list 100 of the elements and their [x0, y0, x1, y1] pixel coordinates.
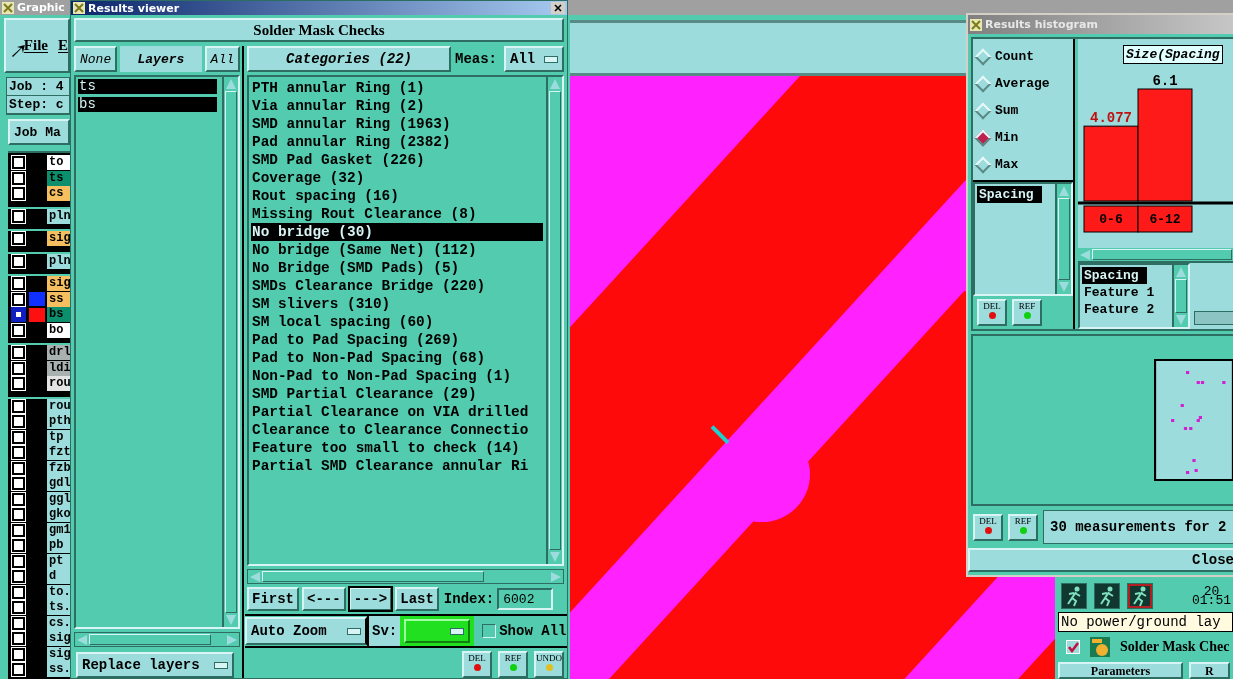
- category-list-item[interactable]: SMD Partial Clearance (29): [251, 385, 543, 403]
- layer-checkbox[interactable]: [12, 477, 25, 491]
- layer-list-item[interactable]: ts: [78, 79, 217, 94]
- panel-button[interactable]: Parameters: [1058, 662, 1183, 679]
- radio-option[interactable]: Average: [977, 70, 1073, 97]
- layer-checkbox[interactable]: [12, 632, 25, 646]
- layer-name[interactable]: rou: [47, 376, 70, 392]
- column-list-item[interactable]: Feature 2: [1082, 301, 1170, 318]
- categories-button[interactable]: Categories (22): [247, 46, 451, 72]
- layer-checkbox[interactable]: [12, 399, 25, 413]
- layer-checkbox[interactable]: [12, 508, 25, 522]
- layer-checkbox[interactable]: [12, 232, 25, 246]
- color-dropdown[interactable]: [404, 619, 471, 643]
- layer-action-dropdown[interactable]: Replace layers: [76, 652, 234, 678]
- panel-button[interactable]: R: [1189, 662, 1230, 679]
- tool-button[interactable]: UNDO: [534, 651, 564, 678]
- layer-checkbox[interactable]: [12, 539, 25, 553]
- layer-checkbox[interactable]: [12, 361, 25, 375]
- layer-name[interactable]: d: [47, 569, 70, 585]
- category-list-item[interactable]: SMD annular Ring (1963): [251, 115, 543, 133]
- layer-name[interactable]: gdl: [47, 476, 70, 492]
- column-list-item[interactable]: Spacing: [1082, 267, 1147, 284]
- category-list-item[interactable]: No bridge (30): [251, 223, 543, 241]
- radio-option[interactable]: Min: [977, 124, 1073, 151]
- category-list-item[interactable]: Partial SMD Clearance annular Ri: [251, 457, 543, 475]
- category-list-item[interactable]: Missing Rout Clearance (8): [251, 205, 543, 223]
- layer-name[interactable]: pb: [47, 538, 70, 554]
- column-list-item[interactable]: Feature 1: [1082, 284, 1170, 301]
- menu-item[interactable]: File: [23, 37, 48, 54]
- layer-name[interactable]: cs: [47, 186, 70, 202]
- layer-checkbox[interactable]: [12, 647, 25, 661]
- category-list-item[interactable]: Feature too small to check (14): [251, 439, 543, 457]
- layer-checkbox[interactable]: [12, 430, 25, 444]
- layer-checkbox[interactable]: [12, 523, 25, 537]
- layer-checkbox[interactable]: [12, 292, 25, 306]
- running-figure-icon[interactable]: [1061, 583, 1087, 609]
- category-list-item[interactable]: SMD Pad Gasket (226): [251, 151, 543, 169]
- radio-option[interactable]: Count: [977, 43, 1073, 70]
- field-list-item[interactable]: Spacing: [977, 186, 1042, 203]
- layer-list-item[interactable]: bs: [78, 97, 217, 112]
- layer-checkbox[interactable]: [12, 616, 25, 630]
- layer-name[interactable]: cs.: [47, 615, 70, 631]
- layer-name[interactable]: sig: [47, 631, 70, 647]
- category-list-item[interactable]: Pad to Non-Pad Spacing (68): [251, 349, 543, 367]
- category-list-item[interactable]: Clearance to Clearance Connectio: [251, 421, 543, 439]
- index-field[interactable]: 6002: [497, 588, 554, 610]
- layer-name[interactable]: sig: [47, 276, 70, 292]
- running-figure-icon[interactable]: [1127, 583, 1153, 609]
- category-list-item[interactable]: Via annular Ring (2): [251, 97, 543, 115]
- layer-checkbox[interactable]: [12, 346, 25, 360]
- layer-name[interactable]: ts.: [47, 600, 70, 616]
- layer-checkbox[interactable]: [12, 171, 25, 185]
- category-list-item[interactable]: SMDs Clearance Bridge (220): [251, 277, 543, 295]
- layer-name[interactable]: to: [47, 155, 70, 171]
- layer-name[interactable]: ss: [47, 291, 70, 307]
- layer-name[interactable]: drl: [47, 345, 70, 361]
- layer-name[interactable]: sig: [47, 231, 70, 247]
- layer-name[interactable]: pln: [47, 253, 70, 269]
- tool-button[interactable]: DEL: [973, 513, 1003, 541]
- category-list-item[interactable]: SM local spacing (60): [251, 313, 543, 331]
- layer-name[interactable]: bs: [47, 307, 70, 323]
- category-list-item[interactable]: Coverage (32): [251, 169, 543, 187]
- layer-name[interactable]: sig: [47, 646, 70, 662]
- layer-name[interactable]: ts: [47, 170, 70, 186]
- layer-checkbox[interactable]: [12, 377, 25, 391]
- category-list-item[interactable]: No bridge (Same Net) (112): [251, 241, 543, 259]
- layer-name[interactable]: ss.: [47, 662, 70, 678]
- category-list-item[interactable]: Non-Pad to Non-Pad Spacing (1): [251, 367, 543, 385]
- category-list-item[interactable]: SM slivers (310): [251, 295, 543, 313]
- layer-name[interactable]: fzb: [47, 460, 70, 476]
- layer-name[interactable]: to.: [47, 584, 70, 600]
- layer-name[interactable]: gko: [47, 507, 70, 523]
- layer-filter-button[interactable]: Layers: [120, 46, 202, 72]
- tool-button[interactable]: DEL: [977, 299, 1007, 326]
- layer-checkbox[interactable]: [12, 277, 25, 291]
- tool-button[interactable]: REF: [1012, 299, 1042, 326]
- checkbox[interactable]: [482, 624, 497, 638]
- category-list-item[interactable]: Pad to Pad Spacing (269): [251, 331, 543, 349]
- layer-checkbox[interactable]: [12, 554, 25, 568]
- layer-checkbox[interactable]: [12, 187, 25, 201]
- close-button[interactable]: Close: [968, 548, 1233, 572]
- tool-button[interactable]: REF: [498, 651, 528, 678]
- menu-item[interactable]: E: [58, 37, 68, 54]
- navigation-button[interactable]: Last: [395, 587, 439, 611]
- layer-name[interactable]: pth: [47, 414, 70, 430]
- navigation-button[interactable]: --->: [348, 587, 393, 611]
- layer-checkbox[interactable]: [12, 209, 25, 223]
- layer-name[interactable]: fzt: [47, 445, 70, 461]
- layer-checkbox[interactable]: [12, 323, 25, 337]
- layer-checkbox[interactable]: [12, 585, 25, 599]
- layer-name[interactable]: gm1: [47, 522, 70, 538]
- layer-checkbox[interactable]: [12, 492, 25, 506]
- checks-title-button[interactable]: Solder Mask Checks: [74, 18, 564, 42]
- layer-filter-button[interactable]: All: [204, 46, 240, 72]
- radio-option[interactable]: Max: [977, 151, 1073, 178]
- layer-checkbox[interactable]: [12, 156, 25, 170]
- zoom-mode-dropdown[interactable]: Auto Zoom: [245, 617, 367, 645]
- layer-name[interactable]: bo: [47, 322, 70, 338]
- layer-checkbox[interactable]: [12, 663, 25, 677]
- layer-name[interactable]: tp: [47, 429, 70, 445]
